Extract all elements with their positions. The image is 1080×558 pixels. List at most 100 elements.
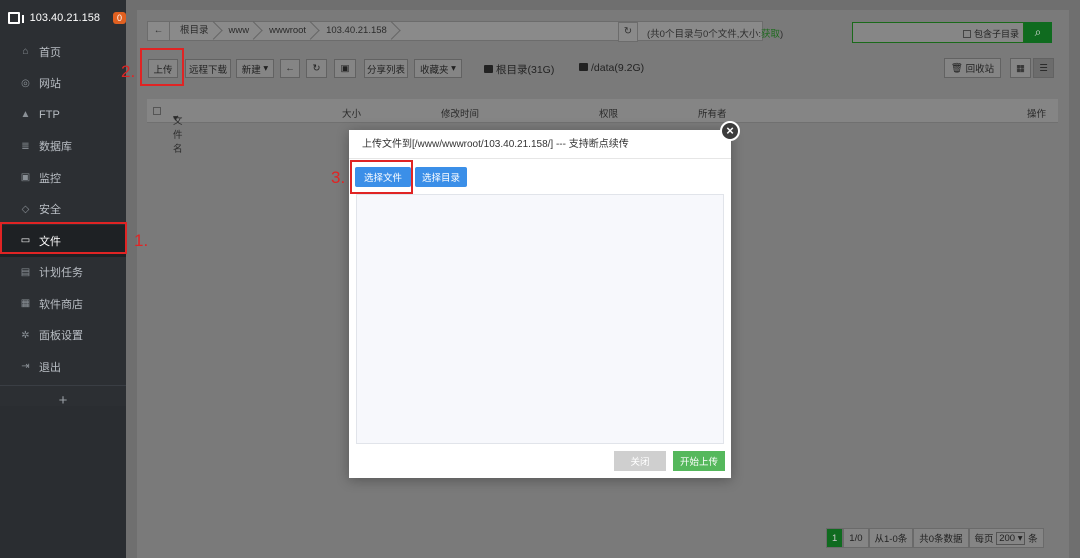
page-range: 从1-0条 [868,528,914,548]
favorites-label: 收藏夹 [420,64,449,76]
home-icon: ⌂ [22,46,29,58]
select-all-checkbox[interactable] [153,107,161,115]
list-icon: ☰ [1039,62,1048,74]
choose-directory-button[interactable]: 选择目录 [415,167,467,187]
sidebar-item-label: 软件商店 [39,298,83,311]
col-actions: 操作 [1027,109,1047,120]
annotation-box-files [0,222,127,254]
get-size-link[interactable]: 获取 [761,29,780,40]
sidebar-item-store[interactable]: ▦ 软件商店 [0,288,126,320]
sidebar-item-label: 面板设置 [39,330,83,343]
caret-down-icon: ▾ [448,63,456,74]
page-total: 共0条数据 [913,528,969,548]
new-dropdown-button[interactable]: 新建 ▾ [236,59,274,78]
pagination: 1 1/0 从1-0条 共0条数据 每页 200 ▾ 条 [826,528,1044,548]
back-arrow-icon[interactable]: ← [148,22,170,40]
logout-icon: ⇥ [21,361,30,373]
sidebar-item-monitor[interactable]: ▣ 监控 [0,162,126,194]
disk-data[interactable]: /data(9.2G) [579,62,644,74]
upload-file-list[interactable] [356,194,724,444]
col-modified: 修改时间 [441,109,480,120]
per-page-unit: 条 [1028,534,1038,545]
new-label: 新建 [241,64,261,76]
monitor-icon [8,12,24,24]
share-list-button[interactable]: 分享列表 [364,59,408,78]
sidebar-item-label: 安全 [39,204,61,217]
annotation-box-upload [140,48,184,86]
back-button[interactable]: ← [280,59,300,78]
sidebar-item-label: 退出 [39,361,61,374]
sidebar-item-label: 网站 [39,78,61,91]
server-header: 103.40.21.158 0 [0,0,126,36]
refresh-icon: ↻ [623,26,633,37]
gear-icon: ✲ [21,329,30,341]
trash-icon: 🗑 [950,62,966,74]
notification-badge[interactable]: 0 [112,12,126,24]
sidebar-item-home[interactable]: ⌂ 首页 [0,36,126,68]
arrow-left-icon: ← [285,63,295,74]
disk-data-label: /data(9.2G) [591,62,645,74]
sidebar-item-ftp[interactable]: ▲ FTP [0,99,126,131]
search-icon: ⌕ [1034,25,1042,39]
calendar-icon: ▤ [20,266,31,278]
refresh-icon: ↻ [312,63,321,74]
annotation-step-3: 3. [331,168,346,187]
per-page-select[interactable]: 每页 200 ▾ 条 [968,528,1044,548]
grid-view-button[interactable]: ▦ [1010,58,1031,78]
caret-down-icon: ▾ [260,63,269,74]
sidebar-item-cron[interactable]: ▤ 计划任务 [0,257,126,289]
per-page-number: 200 [999,532,1016,544]
recycle-bin-button[interactable]: 🗑 回收站 [944,58,1001,78]
favorites-dropdown-button[interactable]: 收藏夹 ▾ [414,59,462,78]
sidebar-item-label: 监控 [39,172,61,185]
shield-icon: ◇ [21,203,30,215]
server-ip: 103.40.21.158 [29,12,100,24]
dialog-title: 上传文件到[/www/wwwroot/103.40.21.158/] --- 支… [349,130,731,159]
file-table-header: 文件名 ▾ 大小 修改时间 权限 所有者 操作 [147,99,1058,155]
breadcrumb-www[interactable]: www [219,22,260,40]
terminal-icon: ▣ [340,63,350,74]
globe-icon: ◎ [21,77,30,89]
refresh-button[interactable]: ↻ [306,59,327,78]
col-size: 大小 [342,109,362,120]
apps-icon: ▦ [20,298,31,310]
close-icon[interactable]: × [720,121,740,141]
database-icon: ≣ [21,140,30,152]
sidebar-item-website[interactable]: ◎ 网站 [0,68,126,100]
recycle-bin-label: 回收站 [965,64,995,75]
directory-summary: (共0个目录与0个文件,大小:获取) [647,26,783,40]
summary-text: (共0个目录与0个文件,大小: [647,29,762,40]
terminal-button[interactable]: ▣ [334,59,356,78]
search-input[interactable]: 包含子目录 [852,22,1024,43]
start-upload-button[interactable]: 开始上传 [673,451,725,471]
sidebar-nav: ⌂ 首页 ◎ 网站 ▲ FTP ≣ 数据库 ▣ 监控 ◇ 安全 ▭ 文件 ▤ 计划任务 ▦ 软件商… [0,36,126,383]
breadcrumb-site[interactable]: 103.40.21.158 [316,22,397,40]
sort-down-icon: ▾ [173,113,178,124]
breadcrumb-wwwroot[interactable]: wwwroot [259,22,316,40]
sidebar-item-database[interactable]: ≣ 数据库 [0,131,126,163]
harddisk-icon [484,65,493,73]
page-current[interactable]: 1 [826,528,844,548]
remote-download-button[interactable]: 远程下载 [185,59,231,78]
list-view-button[interactable]: ☰ [1033,58,1054,78]
sidebar-item-label: 首页 [39,46,61,59]
disk-root[interactable]: 根目录(31G) [484,62,554,77]
close-button[interactable]: 关闭 [614,451,666,471]
ftp-icon: ▲ [20,109,31,121]
annotation-step-1: 1. [134,231,149,250]
disk-root-label: 根目录(31G) [496,64,555,76]
sidebar-item-logout[interactable]: ⇥ 退出 [0,351,126,383]
breadcrumb-root[interactable]: 根目录 [170,22,219,40]
sidebar: 103.40.21.158 0 ⌂ 首页 ◎ 网站 ▲ FTP ≣ 数据库 ▣ 监控 ◇ 安… [0,0,126,558]
checkbox-icon [962,30,971,38]
per-page-value[interactable]: 200 ▾ [996,531,1026,545]
monitor-icon: ▣ [20,172,31,184]
sidebar-item-label: 计划任务 [39,267,83,280]
sidebar-item-settings[interactable]: ✲ 面板设置 [0,320,126,352]
search-button[interactable]: ⌕ [1024,22,1052,43]
harddisk-icon [579,63,588,71]
refresh-path-button[interactable]: ↻ [618,22,638,42]
col-owner: 所有者 [698,109,727,120]
sidebar-item-security[interactable]: ◇ 安全 [0,194,126,226]
include-subdirs-checkbox[interactable]: 包含子目录 [962,27,1019,40]
